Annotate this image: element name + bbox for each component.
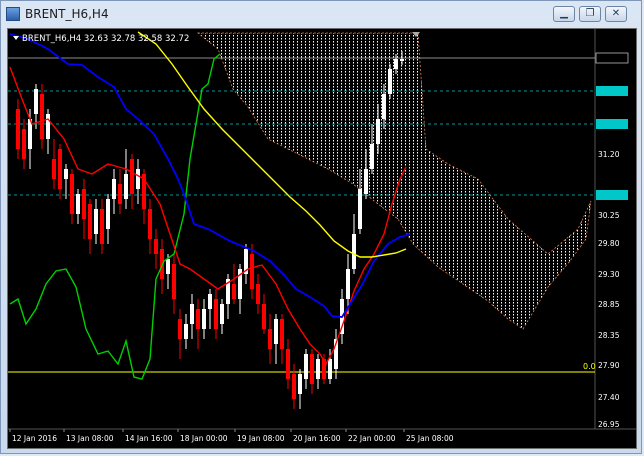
price-axis-labels: 32.7232.1631.6531.2030.5330.2529.8029.30… xyxy=(598,54,620,429)
bull-candle xyxy=(358,189,362,229)
bull-candle xyxy=(64,169,68,179)
bull-candle xyxy=(328,359,332,379)
time-label: 12 Jan 2016 xyxy=(12,434,57,443)
price-label: 29.30 xyxy=(598,270,620,279)
bear-candle xyxy=(178,319,182,339)
bear-candle xyxy=(16,109,20,149)
chart-area[interactable]: BRENT_H6,H4 32.63 32.78 32.58 32.72 32.7… xyxy=(7,28,637,449)
bear-candle xyxy=(88,204,92,239)
bull-candle xyxy=(76,194,80,214)
time-axis-labels: 12 Jan 2016 13 Jan 08:00 14 Jan 16:00 18 Ja… xyxy=(9,429,454,443)
time-label: 13 Jan 08:00 xyxy=(66,434,114,443)
bull-candle xyxy=(364,169,368,194)
current-price-tag xyxy=(595,52,629,64)
bear-candle xyxy=(100,209,104,244)
bear-candle xyxy=(196,309,200,329)
bull-candle xyxy=(166,259,170,274)
time-label: 25 Jan 08:00 xyxy=(406,434,454,443)
bear-candle xyxy=(22,129,26,159)
bear-candle xyxy=(256,284,260,304)
triangle-down-icon[interactable] xyxy=(13,36,19,40)
bear-candle xyxy=(172,264,176,299)
bear-candle xyxy=(70,174,74,214)
bear-candle xyxy=(154,239,158,254)
bear-candle xyxy=(52,159,56,179)
price-label: 26.95 xyxy=(598,420,620,429)
bull-candle xyxy=(304,354,308,379)
minimize-icon: ▁ xyxy=(560,8,568,19)
bull-candle xyxy=(376,119,380,144)
bull-candle xyxy=(106,199,110,229)
chart-window: BRENT_H6,H4 ▁ ❐ ✕ BRENT_H6,H4 32.63 32.7… xyxy=(0,0,642,454)
bull-candle xyxy=(370,144,374,169)
restore-button[interactable]: ❐ xyxy=(579,6,601,22)
price-label: 27.40 xyxy=(598,393,620,402)
bear-candle xyxy=(286,349,290,379)
level-label: 0.0 xyxy=(583,362,596,371)
price-chart[interactable]: BRENT_H6,H4 32.63 32.78 32.58 32.72 32.7… xyxy=(8,29,636,448)
chart-app-icon xyxy=(6,7,20,21)
bear-candle xyxy=(268,329,272,349)
bear-candle xyxy=(250,254,254,289)
price-label: 28.35 xyxy=(598,331,620,340)
bear-candle xyxy=(292,374,296,399)
title-bar[interactable]: BRENT_H6,H4 ▁ ❐ ✕ xyxy=(1,1,641,27)
price-label: 30.25 xyxy=(598,211,620,220)
bull-candle xyxy=(388,69,392,94)
price-label: 29.80 xyxy=(598,239,620,248)
bear-candle xyxy=(148,209,152,239)
restore-icon: ❐ xyxy=(585,8,595,19)
bear-candle xyxy=(40,94,44,139)
chart-header: BRENT_H6,H4 32.63 32.78 32.58 32.72 xyxy=(22,34,189,44)
bull-candle xyxy=(202,309,206,329)
window-title: BRENT_H6,H4 xyxy=(25,7,109,21)
bull-candle xyxy=(346,269,350,299)
price-tag-30-53 xyxy=(596,190,628,200)
price-label: 31.20 xyxy=(598,150,620,159)
bear-candle xyxy=(280,319,284,349)
bull-candle xyxy=(136,169,140,189)
time-label: 14 Jan 16:00 xyxy=(125,434,173,443)
time-label: 22 Jan 00:00 xyxy=(348,434,396,443)
bull-candle xyxy=(274,319,278,344)
bear-candle xyxy=(232,284,236,299)
bear-candle xyxy=(130,159,134,194)
bull-candle xyxy=(190,304,194,324)
bull-candle xyxy=(208,294,212,309)
bull-candle xyxy=(184,324,188,339)
bull-candle xyxy=(316,359,320,379)
price-label: 28.85 xyxy=(598,300,620,309)
bear-candle xyxy=(58,149,62,189)
bull-candle xyxy=(112,179,116,199)
close-icon: ✕ xyxy=(611,8,621,19)
price-tag-31-65 xyxy=(596,119,628,129)
bull-candle xyxy=(382,94,386,119)
bull-candle xyxy=(352,234,356,269)
bull-candle xyxy=(124,174,128,199)
close-button[interactable]: ✕ xyxy=(605,6,627,22)
time-label: 18 Jan 00:00 xyxy=(180,434,228,443)
bull-candle xyxy=(94,209,98,234)
bear-candle xyxy=(310,354,314,384)
bull-candle xyxy=(220,304,224,324)
price-tag-32-16 xyxy=(596,86,628,96)
bull-candle xyxy=(34,89,38,114)
time-label: 19 Jan 08:00 xyxy=(237,434,285,443)
time-label: 20 Jan 16:00 xyxy=(293,434,341,443)
bear-candle xyxy=(262,304,266,329)
price-label: 27.90 xyxy=(598,361,620,370)
bull-candle xyxy=(400,59,404,61)
minimize-button[interactable]: ▁ xyxy=(553,6,575,22)
bear-candle xyxy=(118,184,122,204)
bear-candle xyxy=(214,299,218,329)
bear-candle xyxy=(82,189,86,219)
bull-candle xyxy=(46,114,50,139)
bull-candle xyxy=(394,59,398,69)
bull-candle xyxy=(298,374,302,394)
